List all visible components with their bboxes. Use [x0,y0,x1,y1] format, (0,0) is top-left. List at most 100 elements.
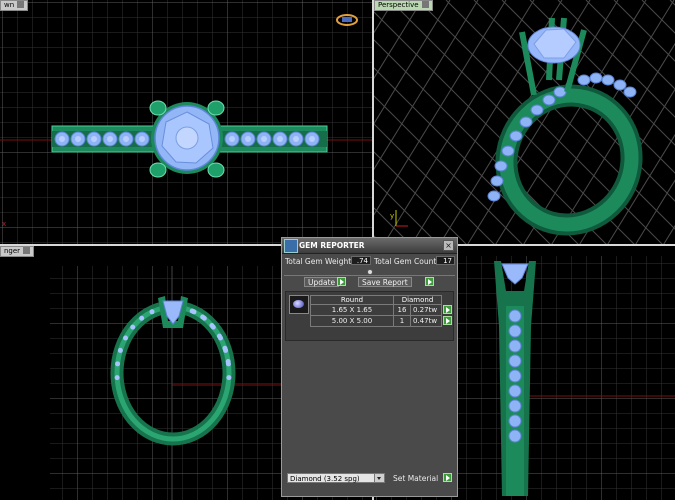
gem-reporter-panel[interactable]: GEM REPORTER × Total Gem Weight .74 Tota… [281,237,458,497]
side-stone [508,429,522,443]
side-stone [223,347,229,353]
perspective-view-canvas: y [374,0,675,244]
grid-line [663,224,675,244]
side-stone [508,324,522,338]
table-row: 5.00 X 5.00 1 0.47tw [310,315,453,327]
side-stone-facet [75,136,81,142]
side-stone [577,74,591,86]
side-stone [509,130,523,142]
total-gem-count-value: 17 [436,256,455,265]
gem-count-cell: 1 [393,315,411,327]
side-stone [501,145,515,157]
side-stone [508,414,522,428]
diamond-thumbnail-icon [289,295,309,314]
side-stone [494,160,508,172]
gem-size-cell: 5.00 X 5.00 [310,315,394,327]
grid-line [374,235,383,244]
update-go-icon[interactable] [337,277,346,286]
svg-text:y: y [390,212,394,220]
dropdown-arrow-icon[interactable] [421,1,429,8]
side-stone [490,175,504,187]
grid-line [374,0,395,34]
side-stone-facet [229,136,235,142]
panel-splitter[interactable] [284,269,455,276]
side-stone [519,116,533,128]
table-header-row: Round Diamond [310,295,453,305]
viewport-perspective[interactable]: y Perspective [374,0,675,244]
side-stone [508,354,522,368]
gem-weight-cell: 0.27tw [410,304,442,316]
viewport-top[interactable]: x wn [0,0,372,244]
side-stone-facet [123,136,129,142]
side-stone [613,79,627,91]
side-stone-facet [139,136,145,142]
side-stone [487,190,501,202]
total-gem-weight-label: Total Gem Weight [285,257,352,266]
set-material-go-icon[interactable] [443,473,452,482]
side-stone [508,339,522,353]
column-header-shape: Round [310,295,394,305]
column-header-material: Diamond [393,295,442,305]
side-stone [217,335,223,341]
side-stone [553,86,567,98]
side-stone [130,324,136,330]
row-select-icon[interactable] [443,304,452,314]
side-stone [589,72,603,84]
side-stone [115,361,121,367]
side-stone-facet [245,136,251,142]
dropdown-arrow-icon[interactable] [23,247,31,254]
side-stone-facet [261,136,267,142]
chevron-down-icon[interactable] [374,474,384,482]
row-select-icon[interactable] [443,315,452,325]
side-stone [201,315,207,321]
gem-size-cell: 1.65 X 1.65 [310,304,394,316]
side-stone [226,375,232,381]
side-stone [191,309,197,315]
gem-reporter-logo-icon [284,239,298,253]
dropdown-arrow-icon[interactable] [17,1,25,8]
side-stone [114,375,120,381]
side-stone [508,369,522,383]
update-button[interactable]: Update [304,277,340,287]
grid-line [374,123,495,244]
viewport-label-front[interactable]: nger [0,246,35,257]
side-stone [601,74,615,86]
grid-line [669,0,675,6]
gem-reporter-title: GEM REPORTER [299,241,365,250]
side-stone [139,315,145,321]
save-report-go-icon[interactable] [425,277,434,286]
grid-line [374,0,507,216]
top-view-canvas: x [0,0,372,244]
svg-text:x: x [2,220,6,228]
side-stone-facet [293,136,299,142]
grid-line [374,0,451,125]
material-row: Diamond (3.52 spg) Set Material [285,471,454,485]
side-stone [123,335,129,341]
total-gem-count-label: Total Gem Count [374,257,437,266]
splitter-knob-icon[interactable] [367,269,373,275]
gem-report-table-area: Round Diamond 1.65 X 1.65 16 0.27tw 5.00… [285,291,454,341]
side-stone [210,324,216,330]
gem-reporter-titlebar[interactable]: GEM REPORTER × [282,238,457,254]
side-stone [542,94,556,106]
side-stone [623,86,637,98]
viewport-label-top[interactable]: wn [0,0,29,11]
side-stone-facet [59,136,65,142]
side-stone [508,384,522,398]
side-stone-facet [309,136,315,142]
side-stone [149,309,155,315]
gem-weight-cell: 0.47tw [410,315,442,327]
viewport-label-perspective[interactable]: Perspective [374,0,433,11]
set-material-button[interactable]: Set Material [393,474,438,483]
side-stone-facet [277,136,283,142]
totals-row: Total Gem Weight .74 Total Gem Count 17 [284,256,455,267]
close-icon[interactable]: × [443,240,454,251]
grid-line [374,179,439,244]
side-stone [225,361,231,367]
gem-report-table: Round Diamond 1.65 X 1.65 16 0.27tw 5.00… [310,295,453,327]
save-report-button[interactable]: Save Report [358,277,412,287]
side-stone [117,347,123,353]
gem-count-cell: 16 [393,304,411,316]
material-select[interactable]: Diamond (3.52 spg) [287,473,385,483]
side-stone [508,399,522,413]
